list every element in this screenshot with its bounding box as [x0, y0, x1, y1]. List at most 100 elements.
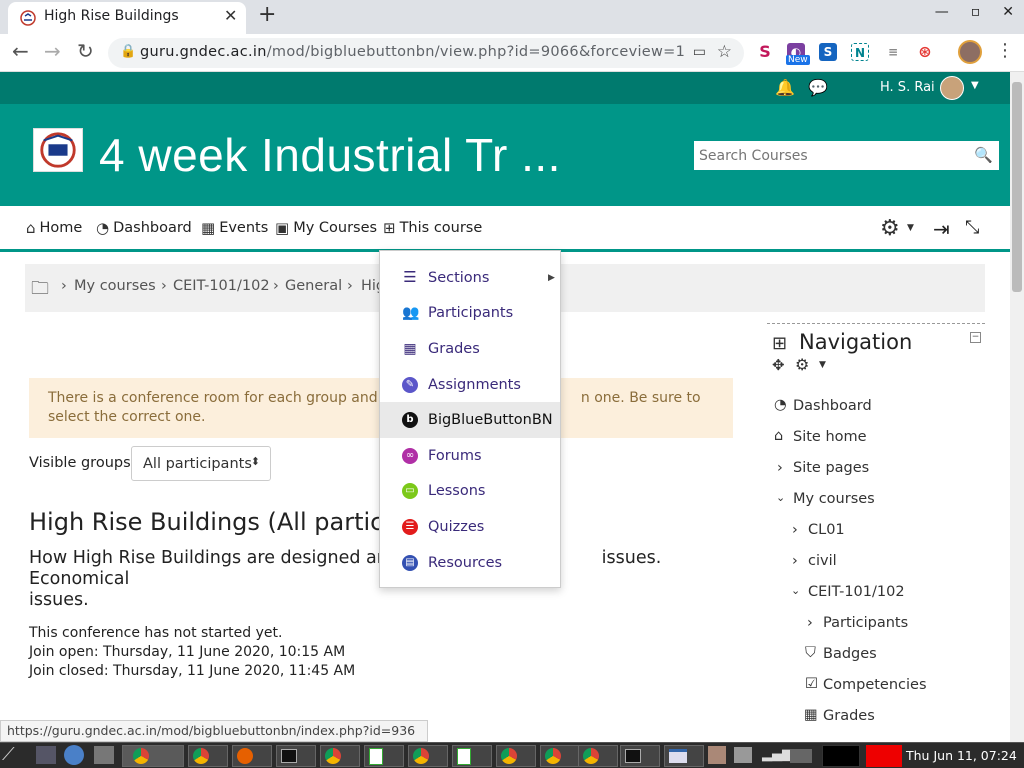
nav-events[interactable]: ▦ Events: [201, 219, 268, 237]
taskbar-spreadsheet[interactable]: [364, 745, 404, 767]
taskbar-chrome[interactable]: [320, 745, 360, 767]
spreadsheet-icon: [369, 748, 383, 765]
nav-item-my-courses[interactable]: My courses: [793, 491, 875, 507]
address-bar[interactable]: 🔒 guru.gndec.ac.in/mod/bigbluebuttonbn/v…: [108, 38, 744, 68]
dropdown-forums[interactable]: ∞ Forums: [380, 438, 560, 474]
settings-caret-icon[interactable]: ▼: [907, 223, 914, 233]
nav-item-badges[interactable]: Badges: [823, 646, 877, 662]
taskbar-window[interactable]: [664, 745, 704, 767]
breadcrumb-course[interactable]: CEIT-101/102: [173, 278, 270, 294]
nav-dashboard[interactable]: ◔ Dashboard: [96, 219, 192, 237]
search-courses-input[interactable]: [694, 141, 974, 170]
nav-home[interactable]: ⌂ Home: [26, 219, 82, 237]
taskbar-terminal[interactable]: [276, 745, 316, 767]
chevron-right-icon[interactable]: ›: [777, 460, 783, 476]
chevron-right-icon[interactable]: ›: [792, 553, 798, 569]
extension-s2-icon[interactable]: S: [819, 43, 837, 61]
taskbar-chrome[interactable]: [578, 745, 618, 767]
extension-n-icon[interactable]: N: [851, 43, 869, 61]
nav-item-ceit[interactable]: CEIT-101/102: [808, 584, 905, 600]
chevron-down-icon[interactable]: ⌄: [791, 584, 800, 597]
block-gear-icon[interactable]: ⚙: [795, 355, 809, 374]
search-icon[interactable]: 🔍: [974, 146, 993, 164]
submenu-arrow-icon: ▶: [548, 273, 555, 283]
taskbar-firefox[interactable]: [232, 745, 272, 767]
visible-groups-value: All participants: [143, 456, 252, 472]
maximize-icon[interactable]: ▫: [971, 4, 981, 20]
fullscreen-collapse-icon[interactable]: ⤡: [965, 217, 979, 238]
forward-arrow-icon[interactable]: →: [44, 39, 61, 63]
network-icon[interactable]: [790, 749, 812, 763]
chevron-down-icon[interactable]: ⌄: [776, 491, 785, 504]
taskbar-spreadsheet[interactable]: [452, 745, 492, 767]
nav-item-site-pages[interactable]: Site pages: [793, 460, 869, 476]
profile-avatar[interactable]: [958, 40, 982, 64]
settings-gear-icon[interactable]: ⚙: [880, 216, 900, 241]
page-scrollbar[interactable]: [1010, 72, 1024, 744]
back-arrow-icon[interactable]: ←: [12, 39, 29, 63]
toggle-blocks-icon[interactable]: ⇥: [933, 217, 950, 241]
url-text[interactable]: guru.gndec.ac.in/mod/bigbluebuttonbn/vie…: [140, 44, 685, 60]
tab-close-icon[interactable]: ✕: [224, 6, 237, 25]
breadcrumb-general[interactable]: General: [285, 278, 342, 294]
dropdown-grades[interactable]: ▦ Grades: [380, 331, 560, 367]
taskbar-chrome[interactable]: [408, 745, 448, 767]
dropdown-quizzes[interactable]: ☰ Quizzes: [380, 509, 560, 545]
dropdown-participants-label: Participants: [428, 305, 514, 321]
nav-item-competencies[interactable]: Competencies: [823, 677, 927, 693]
taskbar-chrome-active[interactable]: [122, 745, 184, 767]
dropdown-sections[interactable]: ☰ Sections ▶: [380, 260, 560, 296]
dropdown-assignments[interactable]: ✎ Assignments: [380, 367, 560, 403]
breadcrumb-my-courses[interactable]: My courses: [74, 278, 156, 294]
extension-s-icon[interactable]: S: [756, 43, 774, 61]
taskbar-chrome[interactable]: [188, 745, 228, 767]
start-menu-icon[interactable]: ⟋: [2, 744, 15, 765]
nav-item-dashboard[interactable]: Dashboard: [793, 398, 872, 414]
block-menu-caret-icon[interactable]: ▼: [819, 360, 826, 370]
notification-bell-icon[interactable]: 🔔: [775, 78, 795, 97]
globe-icon[interactable]: [64, 745, 84, 765]
taskbar-chrome[interactable]: [540, 745, 580, 767]
user-name[interactable]: H. S. Rai: [880, 80, 935, 95]
new-tab-button[interactable]: +: [258, 2, 276, 27]
archive-icon[interactable]: [708, 746, 726, 764]
chevron-right-icon[interactable]: ›: [792, 522, 798, 538]
folder-icon[interactable]: 🗀: [31, 276, 49, 306]
nav-item-participants[interactable]: Participants: [823, 615, 908, 631]
nav-this-course[interactable]: ⊞ This course: [383, 219, 482, 237]
collapse-block-icon[interactable]: −: [970, 332, 981, 343]
dropdown-participants[interactable]: 👥 Participants: [380, 295, 560, 331]
signal-bars-icon[interactable]: ▂▄▆: [762, 747, 792, 762]
chevron-right-icon[interactable]: ›: [807, 615, 813, 631]
dropdown-lessons[interactable]: ▭ Lessons: [380, 473, 560, 509]
institution-logo[interactable]: [33, 128, 83, 172]
user-menu-caret-icon[interactable]: ▼: [971, 80, 979, 91]
dropdown-bigbluebuttonbn[interactable]: b BigBlueButtonBN: [380, 402, 560, 438]
nav-item-civil[interactable]: civil: [808, 553, 837, 569]
nav-my-courses[interactable]: ▣ My Courses: [275, 219, 377, 237]
cast-icon[interactable]: ▭: [693, 44, 706, 60]
nav-item-site-home[interactable]: Site home: [793, 429, 867, 445]
taskbar-terminal[interactable]: [620, 745, 660, 767]
minimize-icon[interactable]: —: [935, 4, 949, 20]
files-icon[interactable]: [94, 746, 114, 764]
close-window-icon[interactable]: ✕: [1002, 4, 1014, 20]
dropdown-resources[interactable]: ▤ Resources: [380, 545, 560, 581]
device-icon[interactable]: [734, 747, 752, 763]
messages-icon[interactable]: 💬: [808, 78, 828, 97]
nav-item-cl01[interactable]: CL01: [808, 522, 845, 538]
menu-kebab-icon[interactable]: ⋮: [996, 40, 1014, 61]
reload-icon[interactable]: ↻: [77, 39, 94, 63]
extension-lastpass-icon[interactable]: ⊛: [916, 43, 934, 61]
bookmark-star-icon[interactable]: ☆: [717, 42, 732, 62]
browser-tab[interactable]: High Rise Buildings ✕: [8, 2, 246, 34]
scrollbar-thumb[interactable]: [1012, 82, 1022, 292]
move-icon[interactable]: ✥: [772, 356, 785, 374]
user-avatar[interactable]: [940, 76, 964, 100]
taskbar-chrome[interactable]: [496, 745, 536, 767]
taskbar-clock[interactable]: Thu Jun 11, 07:24: [906, 748, 1017, 763]
extension-lines-icon[interactable]: ≡: [884, 43, 902, 61]
visible-groups-select[interactable]: All participants ⬍: [131, 446, 271, 481]
nav-item-grades[interactable]: Grades: [823, 708, 875, 724]
desktop-icon[interactable]: [36, 746, 56, 764]
